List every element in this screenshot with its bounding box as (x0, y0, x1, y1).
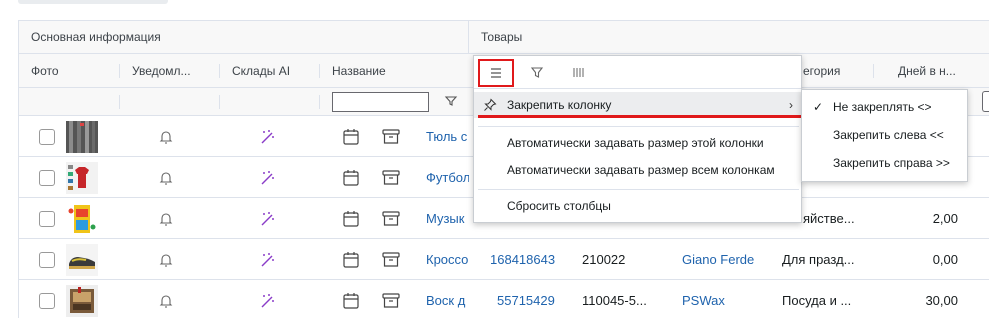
no-pin-item[interactable]: ✓ Не закреплять <> (802, 94, 967, 121)
table-row: Воск д 55715429 110045-5... PSWax Посуда… (19, 281, 989, 318)
calendar-icon[interactable] (341, 209, 361, 229)
bell-icon[interactable] (156, 250, 176, 270)
category-cell: Посуда и ... (782, 293, 852, 308)
magic-wand-icon[interactable] (257, 291, 277, 311)
columns-icon (573, 68, 584, 77)
days-filter-input[interactable] (982, 91, 989, 112)
column-menu: Закрепить колонку › Автоматически задава… (473, 55, 805, 223)
pin-left-item[interactable]: Закрепить слева << (802, 122, 967, 149)
category-cell: Для празд... (782, 252, 855, 267)
calendar-icon[interactable] (341, 250, 361, 270)
pin-right-item[interactable]: Закрепить справа >> (802, 150, 967, 177)
archive-icon[interactable] (381, 209, 401, 229)
product-name-link[interactable]: Кроссо (426, 240, 469, 280)
column-header-photo[interactable]: Фото (19, 54, 118, 88)
column-separator (119, 95, 120, 109)
days-cell: 2,00 (932, 211, 958, 226)
pin-icon (484, 98, 497, 111)
column-header-name[interactable]: Название (320, 54, 468, 88)
brand-link[interactable]: Giano Ferde (682, 240, 772, 280)
magic-wand-icon[interactable] (257, 209, 277, 229)
checkmark-icon: ✓ (813, 100, 824, 114)
group-header-products: Товары (469, 21, 989, 54)
bell-icon[interactable] (156, 127, 176, 147)
bell-icon[interactable] (156, 168, 176, 188)
product-id-link[interactable]: 168418643 (490, 240, 570, 280)
row-checkbox[interactable] (39, 293, 55, 309)
autosize-this-column-item[interactable]: Автоматически задавать размер этой колон… (474, 130, 801, 156)
magic-wand-icon[interactable] (257, 168, 277, 188)
product-name-link[interactable]: Воск д (426, 281, 469, 318)
table-row: Кроссо 168418643 210022 Giano Ferde Для … (19, 240, 989, 280)
group-header-main: Основная информация (19, 21, 469, 54)
column-menu-tabs (474, 56, 801, 89)
filter-icon[interactable] (444, 94, 458, 108)
product-thumbnail[interactable] (66, 203, 98, 235)
magic-wand-icon[interactable] (257, 250, 277, 270)
column-header-notifications[interactable]: Уведомл... (120, 54, 218, 88)
autosize-all-columns-item[interactable]: Автоматически задавать размер всем колон… (474, 157, 801, 183)
row-checkbox[interactable] (39, 129, 55, 145)
archive-icon[interactable] (381, 291, 401, 311)
bell-icon[interactable] (156, 291, 176, 311)
magic-wand-icon[interactable] (257, 127, 277, 147)
filter-icon (530, 67, 544, 78)
product-name-link[interactable]: Футбол (426, 158, 469, 198)
pin-submenu: ✓ Не закреплять <> Закрепить слева << За… (801, 89, 968, 182)
product-thumbnail[interactable] (66, 121, 98, 153)
column-separator (319, 95, 320, 109)
product-name-link[interactable]: Тюль с (426, 117, 469, 157)
calendar-icon[interactable] (341, 127, 361, 147)
menu-tab-filter[interactable] (520, 59, 556, 87)
product-thumbnail[interactable] (66, 244, 98, 276)
hamburger-icon (491, 68, 501, 78)
archive-icon[interactable] (381, 250, 401, 270)
archive-icon[interactable] (381, 168, 401, 188)
product-thumbnail[interactable] (66, 162, 98, 194)
no-pin-label: Не закреплять <> (833, 100, 932, 114)
menu-tab-columns[interactable] (562, 59, 598, 87)
days-cell: 30,00 (925, 293, 958, 308)
archive-icon[interactable] (381, 127, 401, 147)
days-cell: 0,00 (932, 252, 958, 267)
product-name-link[interactable]: Музык (426, 199, 469, 239)
row-checkbox[interactable] (39, 211, 55, 227)
row-checkbox[interactable] (39, 252, 55, 268)
row-checkbox[interactable] (39, 170, 55, 186)
menu-separator (478, 189, 799, 190)
product-code-cell: 110045-5... (582, 293, 647, 308)
calendar-icon[interactable] (341, 168, 361, 188)
calendar-icon[interactable] (341, 291, 361, 311)
column-separator (219, 95, 220, 109)
column-header-warehouses-ai[interactable]: Склады AI (220, 54, 318, 88)
bell-icon[interactable] (156, 209, 176, 229)
product-code-cell: 210022 (582, 252, 626, 267)
pin-column-label: Закрепить колонку (507, 98, 612, 112)
category-cell: яйстве... (803, 211, 855, 226)
name-filter-input[interactable] (332, 92, 429, 112)
product-id-link[interactable]: 55715429 (497, 281, 577, 318)
top-tab-remnant (18, 0, 168, 4)
highlight-underline (478, 115, 805, 118)
menu-separator (478, 126, 799, 127)
product-thumbnail[interactable] (66, 285, 98, 317)
column-header-days[interactable]: Дней в н... (874, 54, 989, 88)
brand-link[interactable]: PSWax (682, 281, 772, 318)
column-header-category[interactable]: егория (803, 54, 863, 88)
menu-tab-general[interactable] (478, 59, 514, 87)
reset-columns-item[interactable]: Сбросить столбцы (474, 193, 801, 219)
